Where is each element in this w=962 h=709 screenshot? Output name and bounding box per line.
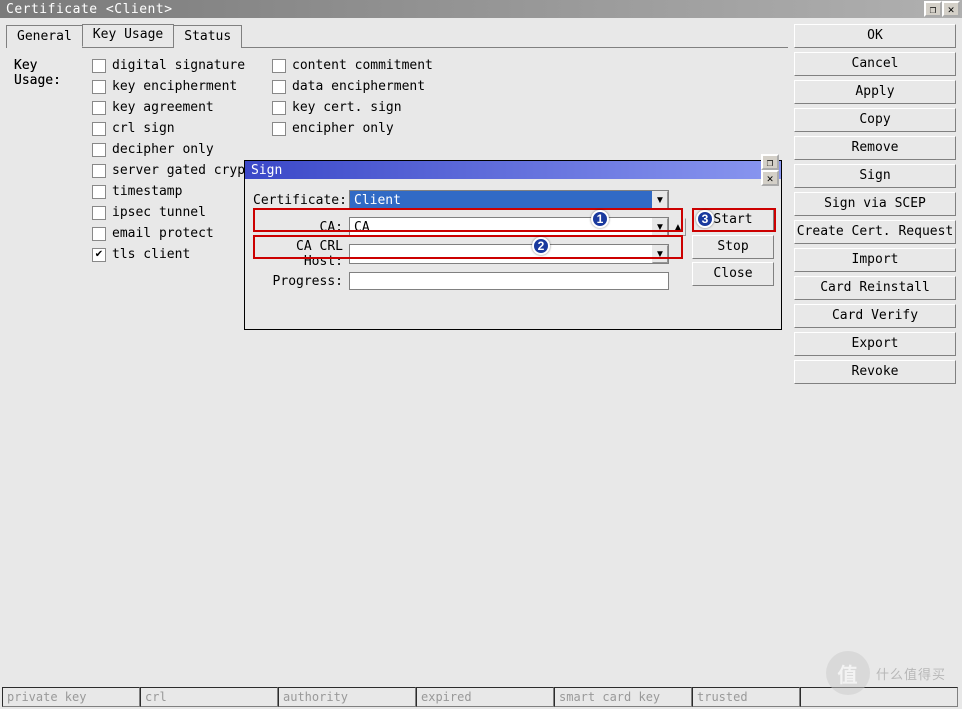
checkbox-icon[interactable] xyxy=(272,101,286,115)
watermark-logo: 值 xyxy=(826,651,870,695)
create-cert-request-button[interactable]: Create Cert. Request xyxy=(794,220,956,244)
sign-body: Certificate: Client ▼ CA: CA ▼ ▲ CA CRL … xyxy=(245,179,781,307)
checkbox-label: key cert. sign xyxy=(292,100,402,115)
sign-via-scep-button[interactable]: Sign via SCEP xyxy=(794,192,956,216)
key-usage-checkbox[interactable]: key agreement xyxy=(92,100,272,115)
tab-general[interactable]: General xyxy=(6,25,83,48)
key-usage-checkbox[interactable]: encipher only xyxy=(272,121,472,136)
checkbox-icon[interactable] xyxy=(92,122,106,136)
key-usage-checkbox[interactable]: content commitment xyxy=(272,58,472,73)
annotation-2: 2 xyxy=(532,237,550,255)
progress-bar xyxy=(349,272,669,290)
key-usage-checkbox[interactable]: key cert. sign xyxy=(272,100,472,115)
certificate-label: Certificate: xyxy=(253,193,349,208)
certificate-combo[interactable]: Client ▼ xyxy=(349,190,669,210)
restore-icon[interactable]: ❐ xyxy=(924,1,942,17)
window-title: Certificate <Client> xyxy=(2,2,924,17)
revoke-button[interactable]: Revoke xyxy=(794,360,956,384)
main-titlebar: Certificate <Client> ❐ ✕ xyxy=(0,0,962,18)
watermark-text: 什么值得买 xyxy=(876,664,946,683)
checkbox-label: server gated crypto xyxy=(112,163,261,178)
copy-button[interactable]: Copy xyxy=(794,108,956,132)
status-cell: trusted xyxy=(692,687,800,707)
sign-dialog: Sign ❐ ✕ Certificate: Client ▼ CA: CA ▼ xyxy=(244,160,782,330)
card-verify-button[interactable]: Card Verify xyxy=(794,304,956,328)
checkbox-icon[interactable] xyxy=(272,122,286,136)
close-icon[interactable]: ✕ xyxy=(942,1,960,17)
checkbox-icon[interactable] xyxy=(272,59,286,73)
sign-button[interactable]: Sign xyxy=(794,164,956,188)
chevron-up-icon[interactable]: ▲ xyxy=(670,218,686,236)
checkbox-icon[interactable] xyxy=(92,80,106,94)
cancel-button[interactable]: Cancel xyxy=(794,52,956,76)
chevron-down-icon[interactable]: ▼ xyxy=(652,191,668,209)
tabs: General Key Usage Status xyxy=(6,24,788,48)
stop-button[interactable]: Stop xyxy=(692,235,774,259)
checkbox-icon[interactable]: ✔ xyxy=(92,248,106,262)
ca-combo[interactable]: CA ▼ xyxy=(349,217,669,237)
watermark: 值 什么值得买 xyxy=(826,651,946,695)
ok-button[interactable]: OK xyxy=(794,24,956,48)
sign-restore-icon[interactable]: ❐ xyxy=(761,154,779,170)
checkbox-label: decipher only xyxy=(112,142,214,157)
key-usage-checkbox[interactable]: digital signature xyxy=(92,58,272,73)
certificate-window: Certificate <Client> ❐ ✕ General Key Usa… xyxy=(0,0,962,709)
ca-label: CA: xyxy=(253,220,349,235)
certificate-value: Client xyxy=(350,193,652,208)
key-usage-label: Key Usage: xyxy=(14,58,92,88)
annotation-3: 3 xyxy=(696,210,714,228)
status-cell: authority xyxy=(278,687,416,707)
window-controls: ❐ ✕ xyxy=(924,1,960,17)
checkbox-label: digital signature xyxy=(112,58,245,73)
card-reinstall-button[interactable]: Card Reinstall xyxy=(794,276,956,300)
key-usage-checkbox[interactable]: data encipherment xyxy=(272,79,472,94)
sign-title: Sign xyxy=(247,163,761,178)
checkbox-icon[interactable] xyxy=(92,143,106,157)
checkbox-icon[interactable] xyxy=(92,59,106,73)
sign-titlebar: Sign ❐ ✕ xyxy=(245,161,781,179)
key-usage-checkbox[interactable]: crl sign xyxy=(92,121,272,136)
checkbox-icon[interactable] xyxy=(92,164,106,178)
apply-button[interactable]: Apply xyxy=(794,80,956,104)
remove-button[interactable]: Remove xyxy=(794,136,956,160)
checkbox-label: tls client xyxy=(112,247,190,262)
status-bar: private keycrlauthorityexpiredsmart card… xyxy=(2,687,960,707)
right-button-column: OK Cancel Apply Copy Remove Sign Sign vi… xyxy=(794,18,962,709)
checkbox-label: data encipherment xyxy=(292,79,425,94)
main-pane: General Key Usage Status Key Usage: digi… xyxy=(0,18,794,709)
status-cell: private key xyxy=(2,687,140,707)
key-usage-checkbox[interactable]: key encipherment xyxy=(92,79,272,94)
checkbox-icon[interactable] xyxy=(272,80,286,94)
status-cell: crl xyxy=(140,687,278,707)
checkbox-label: key agreement xyxy=(112,100,214,115)
import-button[interactable]: Import xyxy=(794,248,956,272)
checkbox-label: ipsec tunnel xyxy=(112,205,206,220)
checkbox-icon[interactable] xyxy=(92,227,106,241)
client-area: General Key Usage Status Key Usage: digi… xyxy=(0,18,962,709)
checkbox-label: encipher only xyxy=(292,121,394,136)
chevron-down-icon[interactable]: ▼ xyxy=(652,245,668,263)
checkbox-label: content commitment xyxy=(292,58,433,73)
checkbox-icon[interactable] xyxy=(92,185,106,199)
ca-crl-host-label: CA CRL Host: xyxy=(253,239,349,269)
checkbox-label: email protect xyxy=(112,226,214,241)
close-button[interactable]: Close xyxy=(692,262,774,286)
key-usage-col2: content commitment data encipherment key c… xyxy=(272,58,472,136)
annotation-1: 1 xyxy=(591,210,609,228)
status-cell: smart card key xyxy=(554,687,692,707)
status-cell: expired xyxy=(416,687,554,707)
progress-label: Progress: xyxy=(253,274,349,289)
tab-status[interactable]: Status xyxy=(173,25,242,48)
checkbox-icon[interactable] xyxy=(92,101,106,115)
checkbox-label: timestamp xyxy=(112,184,182,199)
checkbox-label: crl sign xyxy=(112,121,175,136)
checkbox-label: key encipherment xyxy=(112,79,237,94)
tab-key-usage[interactable]: Key Usage xyxy=(82,24,174,47)
checkbox-icon[interactable] xyxy=(92,206,106,220)
key-usage-checkbox[interactable]: decipher only xyxy=(92,142,272,157)
chevron-down-icon[interactable]: ▼ xyxy=(652,218,668,236)
export-button[interactable]: Export xyxy=(794,332,956,356)
ca-crl-host-combo[interactable]: ▼ xyxy=(349,244,669,264)
